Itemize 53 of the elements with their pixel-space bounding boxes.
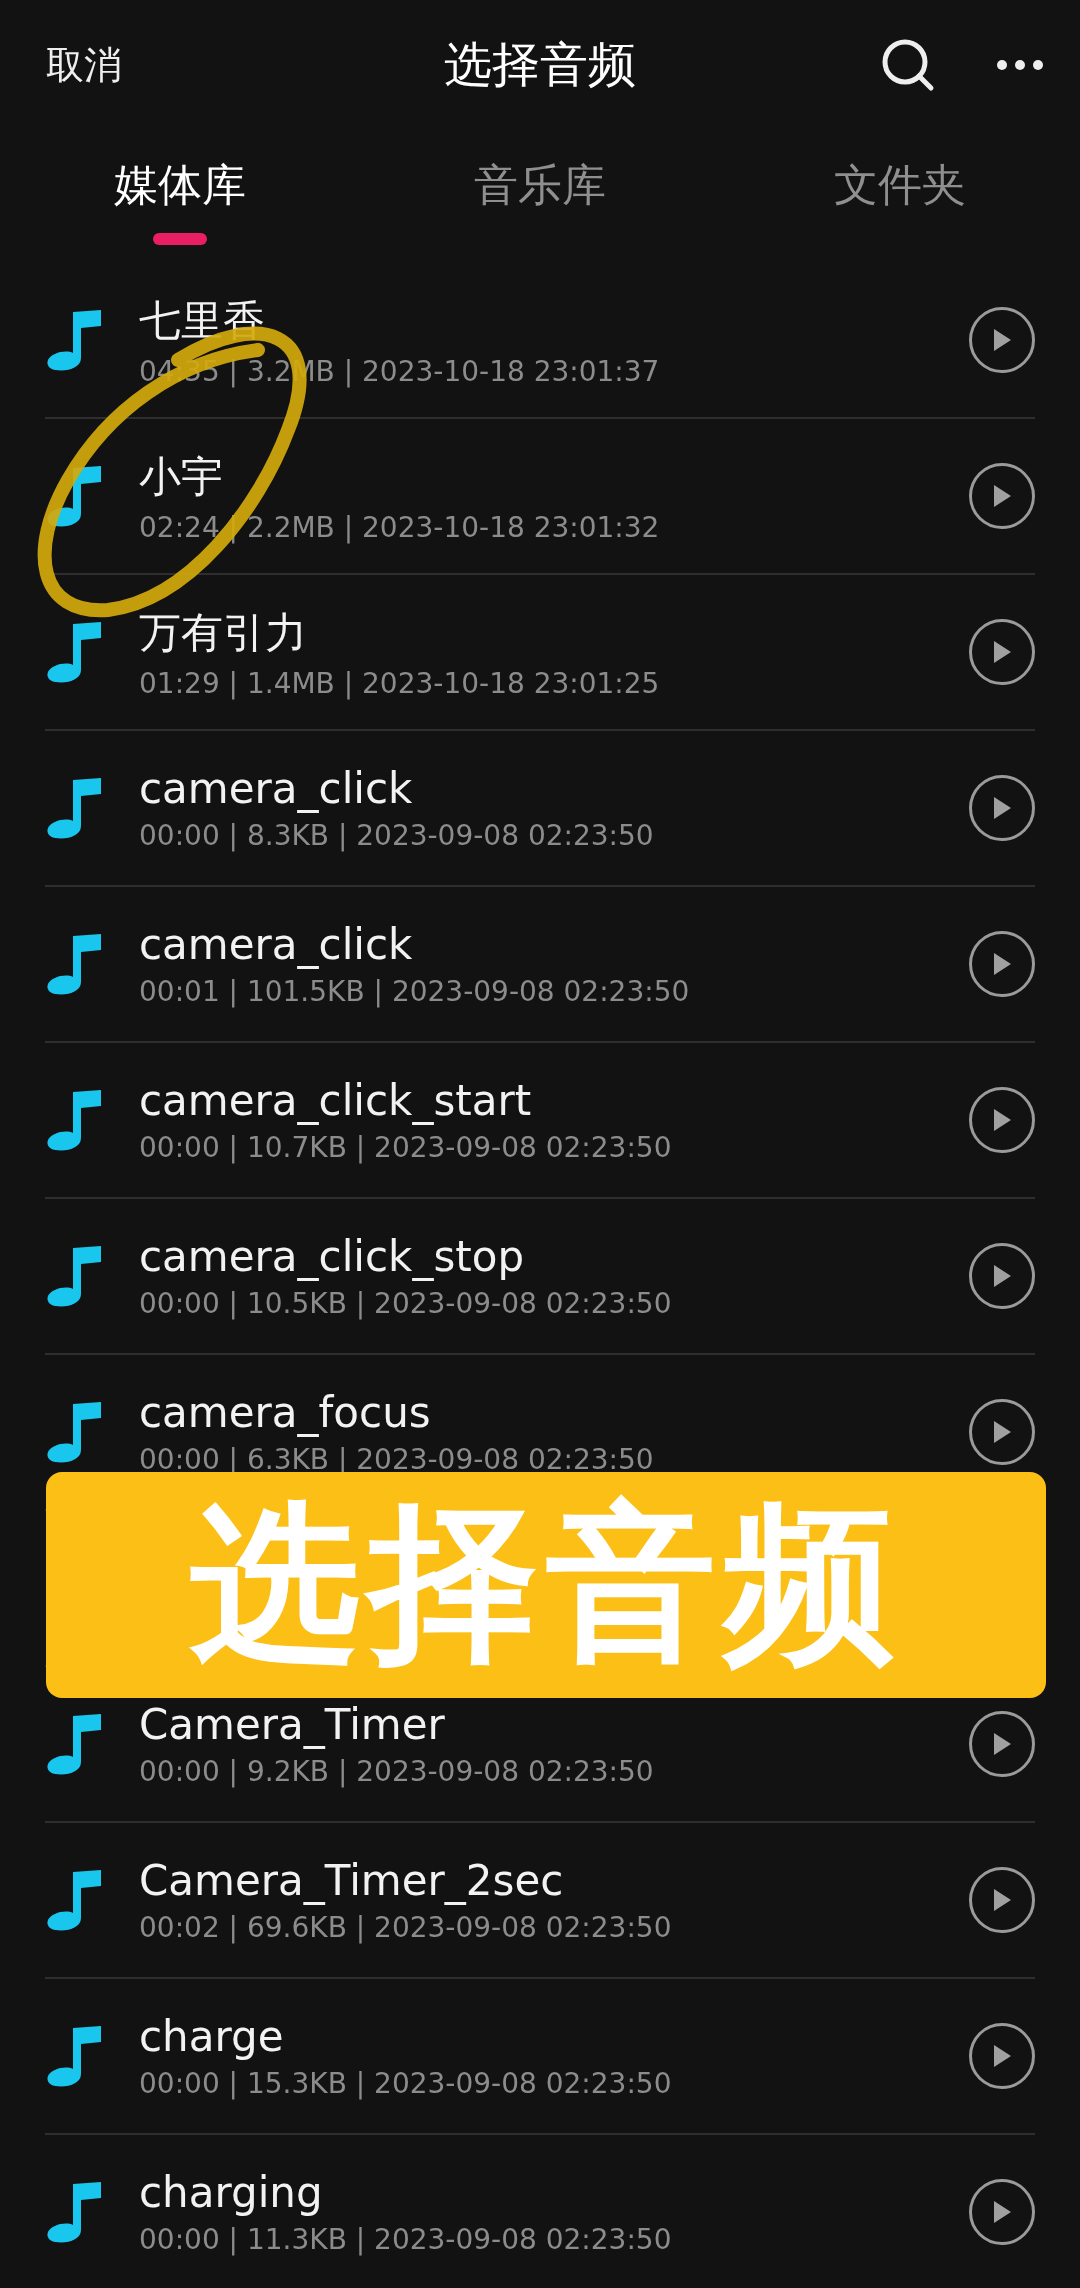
track-details: 00:00 | 9.2KB | 2023-09-08 02:23:50 <box>139 1755 655 1788</box>
play-icon <box>991 1263 1013 1289</box>
track-title: camera_click <box>139 764 414 813</box>
play-button[interactable] <box>969 931 1035 997</box>
play-button[interactable] <box>969 2023 1035 2089</box>
play-icon <box>991 327 1013 353</box>
track-details: 00:00 | 10.5KB | 2023-09-08 02:23:50 <box>139 1287 673 1320</box>
play-icon <box>991 639 1013 665</box>
tab[interactable]: 文件夹 <box>720 130 1080 263</box>
track-title: 小宇 <box>139 450 224 503</box>
search-icon[interactable] <box>880 37 936 93</box>
track-title: camera_click <box>139 920 414 969</box>
play-button[interactable] <box>969 775 1035 841</box>
track-title: camera_click_start <box>139 1076 533 1125</box>
track-details: 02:24 | 2.2MB | 2023-10-18 23:01:32 <box>139 510 661 544</box>
track-title: Camera_Timer <box>139 1700 446 1749</box>
track-title: camera_focus <box>139 1388 432 1437</box>
track-details: 00:00 | 11.3KB | 2023-09-08 02:23:50 <box>139 2223 673 2256</box>
tab[interactable]: 音乐库 <box>360 130 720 263</box>
track-details: 00:00 | 8.3KB | 2023-09-08 02:23:50 <box>139 819 655 852</box>
play-button[interactable] <box>969 619 1035 685</box>
page-title: 选择音频 <box>444 36 636 92</box>
track-details: 00:00 | 10.7KB | 2023-09-08 02:23:50 <box>139 1131 673 1164</box>
play-button[interactable] <box>969 1243 1035 1309</box>
track-details: 00:00 | 15.3KB | 2023-09-08 02:23:50 <box>139 2067 673 2100</box>
play-icon <box>991 1107 1013 1133</box>
play-button[interactable] <box>969 1087 1035 1153</box>
play-button[interactable] <box>969 1867 1035 1933</box>
play-icon <box>991 483 1013 509</box>
track-title: 万有引力 <box>139 606 308 659</box>
title-banner: 选择音频 <box>46 1472 1046 1698</box>
play-button[interactable] <box>969 307 1035 373</box>
play-button[interactable] <box>969 1711 1035 1777</box>
play-icon <box>991 951 1013 977</box>
play-button[interactable] <box>969 1399 1035 1465</box>
play-icon <box>991 1887 1013 1913</box>
play-icon <box>991 1731 1013 1757</box>
track-details: 00:02 | 69.6KB | 2023-09-08 02:23:50 <box>139 1911 673 1944</box>
track-title: camera_click_stop <box>139 1232 526 1281</box>
track-title: charge <box>139 2012 285 2061</box>
track-details: 01:29 | 1.4MB | 2023-10-18 23:01:25 <box>139 666 661 700</box>
track-details: 00:01 | 101.5KB | 2023-09-08 02:23:50 <box>139 975 691 1008</box>
cancel-button[interactable]: 取消 <box>46 39 122 91</box>
tab[interactable]: 媒体库 <box>0 130 360 263</box>
play-icon <box>991 795 1013 821</box>
play-icon <box>991 1419 1013 1445</box>
track-title: charging <box>139 2168 324 2217</box>
play-button[interactable] <box>969 2179 1035 2245</box>
track-title: Camera_Timer_2sec <box>139 1856 565 1905</box>
play-icon <box>991 2199 1013 2225</box>
more-icon[interactable] <box>996 59 1044 71</box>
play-button[interactable] <box>969 463 1035 529</box>
play-icon <box>991 2043 1013 2069</box>
